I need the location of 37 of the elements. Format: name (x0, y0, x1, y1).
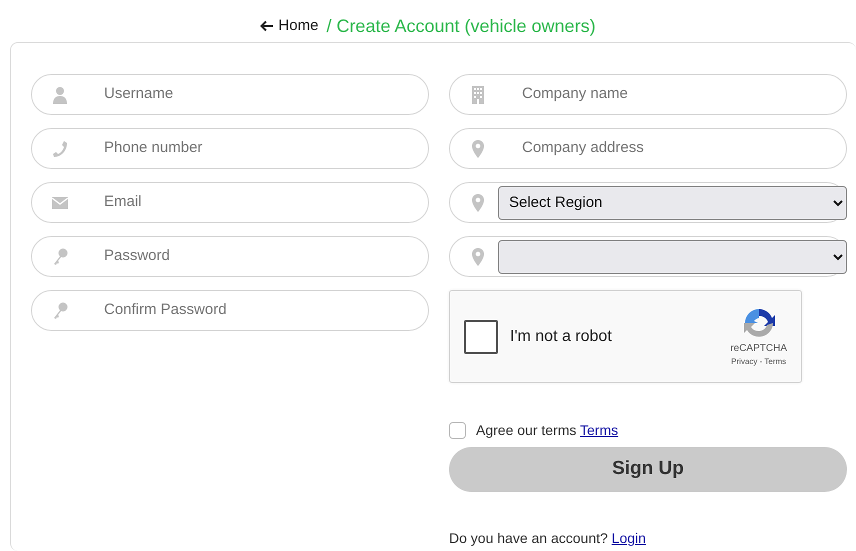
input-field[interactable]: Password (104, 245, 408, 268)
page-title: / Create Account (vehicle owners) (326, 14, 596, 38)
map-pin-icon (470, 194, 486, 212)
input-field[interactable]: Username (104, 83, 408, 106)
input-field[interactable]: Email (104, 191, 408, 214)
text-field[interactable]: Username (31, 74, 429, 115)
text-field[interactable]: Company address (449, 128, 847, 169)
terms-link[interactable]: Terms (580, 422, 618, 438)
text-field[interactable]: Company name (449, 74, 847, 115)
home-link[interactable]: Home (260, 14, 318, 38)
map-pin-icon (470, 248, 486, 266)
input-field[interactable]: Confirm Password (104, 299, 408, 322)
user-icon (52, 86, 68, 104)
privacy-terms-links[interactable]: Privacy - Terms (731, 356, 786, 368)
terms-checkbox[interactable] (449, 422, 466, 439)
text-field[interactable]: Email (31, 182, 429, 223)
robot-checkbox[interactable] (464, 320, 498, 354)
text-field[interactable]: Password (31, 236, 429, 277)
input-field[interactable]: Company address (522, 137, 826, 160)
left-arrow-icon (260, 20, 274, 32)
checkbox-label: I'm not a robot (510, 326, 613, 346)
phone-icon (52, 140, 68, 158)
text-field[interactable]: Confirm Password (31, 290, 429, 331)
map-pin-icon (470, 140, 486, 158)
text-field[interactable]: Phone number (31, 128, 429, 169)
building-icon (470, 86, 486, 104)
recaptcha-brand: reCAPTCHA (730, 342, 787, 356)
login-prompt: Do you have an account? Login (449, 529, 647, 548)
key-icon (52, 248, 68, 266)
key-icon (52, 302, 68, 320)
terms-text: Agree our terms Terms (476, 421, 618, 440)
region-dropdown[interactable]: Select Region (498, 186, 847, 220)
region-dropdown[interactable] (498, 240, 847, 274)
login-link[interactable]: Login (612, 530, 646, 546)
input-field[interactable]: Phone number (104, 137, 408, 160)
input-field[interactable]: Company name (522, 83, 826, 106)
sign-up-button[interactable]: Sign Up (449, 447, 847, 492)
